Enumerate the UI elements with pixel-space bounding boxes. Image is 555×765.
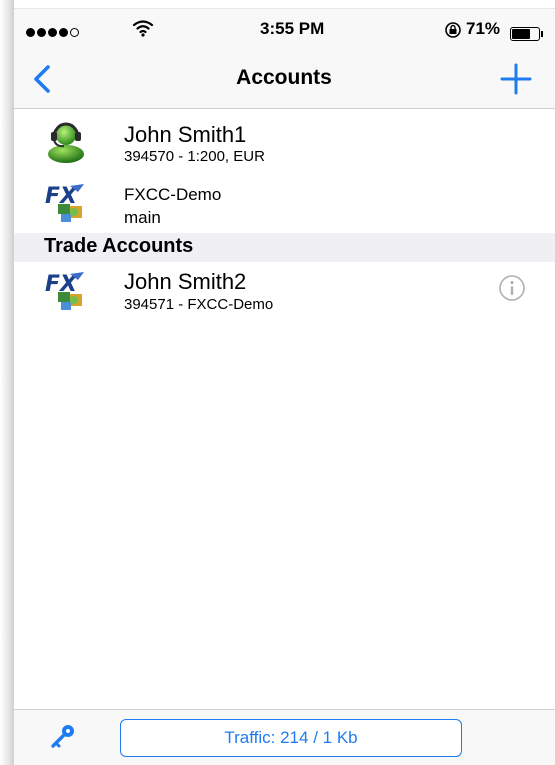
signal-dot [37, 28, 46, 38]
chevron-left-icon [34, 65, 50, 93]
plus-icon [500, 63, 532, 95]
user-avatar-icon [44, 120, 88, 164]
list-item[interactable]: John Smith1 394570 - 1:200, EUR [14, 110, 555, 172]
broker-fx-icon: FX [44, 268, 88, 312]
app-frame: 3:55 PM 71% Accounts John Smith1 394570 … [0, 0, 555, 765]
rotation-lock-icon [444, 21, 462, 44]
section-label: Trade Accounts [44, 235, 194, 257]
bottom-toolbar: Traffic: 214 / 1 Kb [14, 709, 555, 765]
account-name: FXCC-Demo [124, 185, 222, 204]
signal-dot [59, 28, 68, 38]
key-button[interactable] [48, 722, 78, 752]
signal-dot [48, 28, 57, 38]
battery-icon [510, 23, 543, 43]
signal-strength-icon [26, 22, 81, 42]
battery-percent: 71% [466, 19, 501, 38]
account-info-button[interactable] [498, 274, 526, 302]
broker-fx-icon: FX [44, 180, 88, 224]
account-name: John Smith2 [124, 269, 247, 294]
list-item[interactable]: FX John Smith2 394571 - FXCC-Demo [14, 262, 555, 322]
status-time: 3:55 PM [260, 19, 325, 38]
screen: 3:55 PM 71% Accounts John Smith1 394570 … [14, 8, 555, 765]
signal-dot [70, 28, 79, 38]
device-shadow [0, 0, 14, 765]
account-name: John Smith1 [124, 122, 247, 147]
key-icon [51, 725, 74, 748]
wifi-icon [132, 19, 154, 42]
page-title: Accounts [236, 66, 332, 89]
back-button[interactable] [28, 61, 60, 97]
account-detail: 394570 - 1:200, EUR [124, 148, 265, 165]
account-detail: 394571 - FXCC-Demo [124, 296, 274, 313]
traffic-button[interactable]: Traffic: 214 / 1 Kb [120, 719, 462, 757]
list-item[interactable]: FX FXCC-Demo main [14, 172, 555, 232]
add-account-button[interactable] [498, 61, 534, 97]
section-header: Trade Accounts [14, 233, 555, 262]
signal-dot [26, 28, 35, 38]
info-icon [499, 275, 525, 301]
status-bar: 3:55 PM 71% [14, 9, 555, 49]
account-detail: main [124, 208, 161, 227]
navigation-bar: Accounts [14, 49, 555, 109]
